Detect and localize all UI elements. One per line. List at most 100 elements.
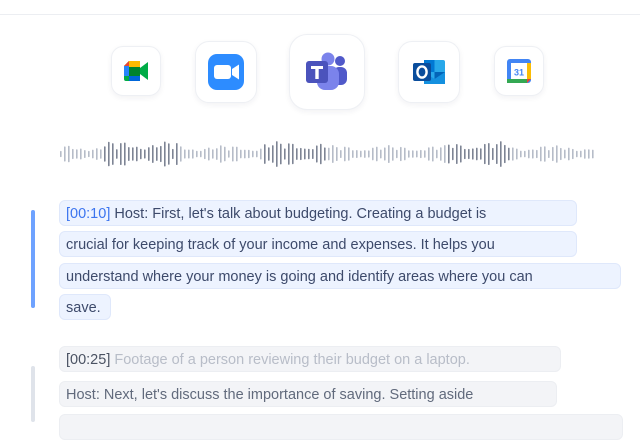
calendar-day-number: 31 bbox=[514, 68, 524, 78]
waveform-bar bbox=[460, 145, 462, 163]
transcript-line: Host: Next, let's discuss the importance… bbox=[59, 381, 557, 407]
waveform-bar bbox=[284, 148, 286, 160]
waveform-bar bbox=[444, 145, 446, 163]
waveform-bar bbox=[312, 149, 314, 159]
waveform-bar bbox=[132, 147, 134, 161]
waveform-bar bbox=[560, 147, 562, 161]
waveform-bar bbox=[572, 148, 574, 160]
waveform-bar bbox=[508, 147, 510, 161]
waveform-bar bbox=[200, 150, 202, 158]
waveform-bar bbox=[216, 148, 218, 160]
waveform-bar bbox=[196, 150, 198, 158]
top-divider bbox=[0, 14, 640, 15]
waveform-bar bbox=[364, 150, 366, 158]
waveform-bar bbox=[592, 149, 594, 159]
waveform-bar bbox=[240, 149, 242, 159]
waveform-bar bbox=[372, 147, 374, 161]
waveform-bar bbox=[208, 147, 210, 161]
waveform-bar bbox=[324, 147, 326, 161]
waveform-bar bbox=[304, 148, 306, 160]
waveform-bar bbox=[232, 146, 234, 162]
waveform-bar bbox=[384, 147, 386, 161]
transcript-text: Host: Next, let's discuss the importance… bbox=[66, 387, 474, 403]
segment-indicator bbox=[31, 366, 35, 422]
waveform-bar bbox=[496, 143, 498, 165]
outlook-icon[interactable] bbox=[398, 41, 460, 103]
waveform-bar bbox=[472, 148, 474, 160]
waveform-bar bbox=[420, 149, 422, 159]
waveform-bar bbox=[548, 149, 550, 159]
waveform-bar bbox=[456, 143, 458, 165]
waveform-bar bbox=[96, 148, 98, 160]
waveform-bar bbox=[116, 149, 118, 159]
waveform-bar bbox=[192, 149, 194, 159]
waveform-bar bbox=[128, 147, 130, 161]
waveform-bar bbox=[448, 144, 450, 164]
google-meet-icon[interactable] bbox=[111, 46, 161, 96]
waveform-bar bbox=[76, 149, 78, 159]
transcript-text: Host: First, let's talk about budgeting.… bbox=[114, 206, 487, 222]
waveform-bar bbox=[180, 146, 182, 162]
audio-waveform bbox=[60, 141, 594, 167]
waveform-bar bbox=[172, 148, 174, 160]
waveform-bar bbox=[276, 141, 278, 167]
waveform-bar bbox=[204, 148, 206, 160]
waveform-bar bbox=[408, 150, 410, 158]
waveform-bar bbox=[500, 141, 502, 167]
zoom-icon[interactable] bbox=[195, 41, 257, 103]
waveform-bar bbox=[160, 145, 162, 163]
waveform-bar bbox=[212, 149, 214, 159]
segment-timestamp[interactable]: [00:25] bbox=[66, 352, 110, 368]
waveform-bar bbox=[188, 149, 190, 159]
waveform-bar bbox=[152, 145, 154, 163]
waveform-bar bbox=[564, 149, 566, 159]
waveform-bar bbox=[220, 145, 222, 163]
waveform-bar bbox=[68, 145, 70, 163]
waveform-bar bbox=[84, 149, 86, 159]
transcript-line: save. bbox=[59, 294, 111, 320]
google-calendar-icon[interactable]: 31 bbox=[494, 46, 544, 96]
active-segment-indicator bbox=[31, 210, 35, 308]
waveform-bar bbox=[280, 143, 282, 165]
waveform-bar bbox=[144, 149, 146, 159]
transcript-line: understand where your money is going and… bbox=[59, 263, 621, 289]
waveform-bar bbox=[452, 147, 454, 161]
waveform-bar bbox=[224, 146, 226, 162]
waveform-bar bbox=[340, 149, 342, 159]
waveform-bar bbox=[360, 150, 362, 158]
waveform-bar bbox=[148, 147, 150, 161]
waveform-bar bbox=[504, 144, 506, 164]
waveform-bar bbox=[328, 147, 330, 161]
waveform-bar bbox=[376, 146, 378, 162]
microsoft-teams-icon[interactable] bbox=[289, 34, 365, 110]
waveform-bar bbox=[536, 149, 538, 159]
waveform-bar bbox=[288, 143, 290, 165]
waveform-bar bbox=[516, 148, 518, 160]
waveform-bar bbox=[320, 143, 322, 165]
waveform-bar bbox=[528, 149, 530, 159]
waveform-bar bbox=[72, 148, 74, 160]
waveform-bar bbox=[140, 148, 142, 160]
waveform-bar bbox=[404, 147, 406, 161]
waveform-bar bbox=[584, 149, 586, 159]
waveform-bar bbox=[112, 143, 114, 165]
waveform-bar bbox=[316, 145, 318, 163]
waveform-bar bbox=[580, 150, 582, 158]
waveform-bar bbox=[428, 147, 430, 161]
waveform-bar bbox=[348, 147, 350, 161]
waveform-bar bbox=[292, 143, 294, 165]
transcript-text: understand where your money is going and… bbox=[66, 269, 533, 285]
waveform-bar bbox=[368, 150, 370, 158]
waveform-bar bbox=[520, 150, 522, 158]
waveform-bar bbox=[440, 147, 442, 161]
waveform-bar bbox=[576, 150, 578, 158]
waveform-bar bbox=[396, 149, 398, 159]
transcript-line: crucial for keeping track of your income… bbox=[59, 231, 577, 257]
waveform-bar bbox=[468, 148, 470, 160]
waveform-bar bbox=[256, 150, 258, 158]
waveform-bar bbox=[80, 148, 82, 160]
waveform-bar bbox=[120, 142, 122, 166]
waveform-bar bbox=[264, 144, 266, 164]
transcript-text: save. bbox=[66, 300, 101, 316]
segment-timestamp[interactable]: [00:10] bbox=[66, 206, 110, 222]
